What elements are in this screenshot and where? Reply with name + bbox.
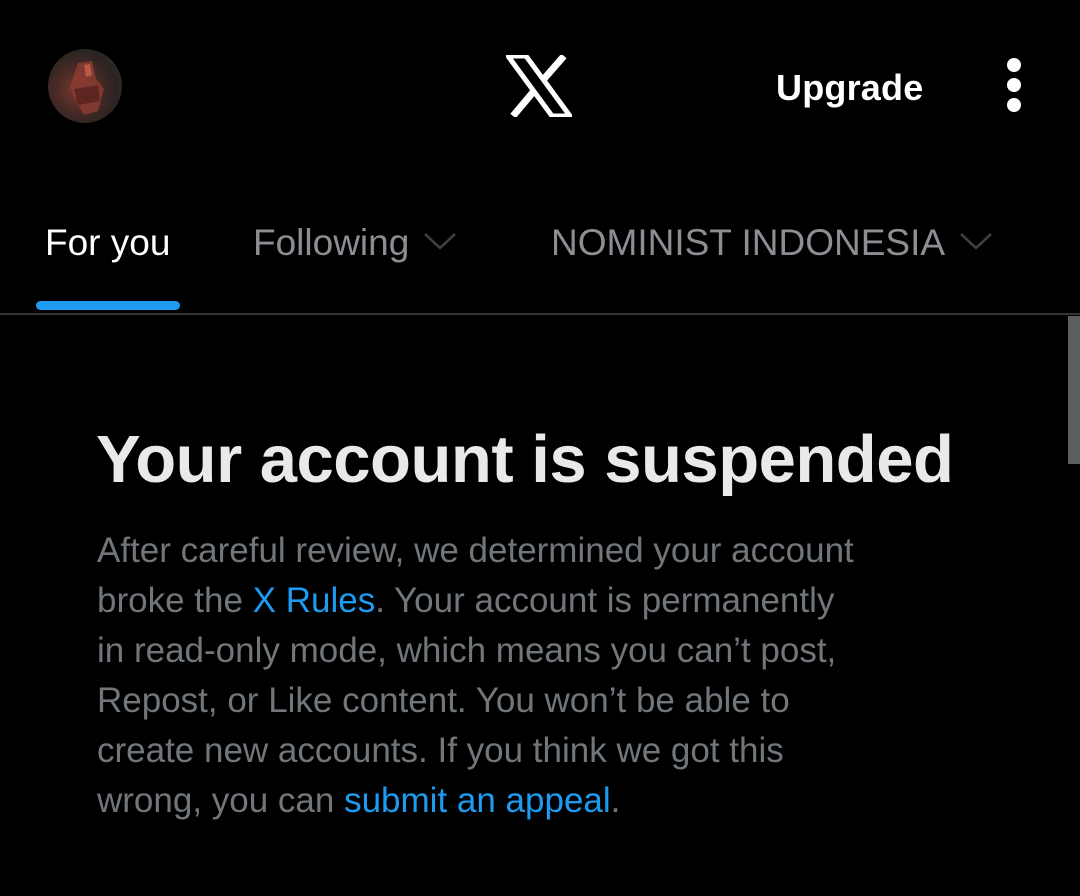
tab-label: For you xyxy=(45,222,171,263)
more-vertical-icon[interactable] xyxy=(1000,56,1028,116)
timeline-tabs: For you Following NOMINIST INDONESIA xyxy=(0,195,1080,315)
scrollbar[interactable] xyxy=(1068,316,1080,464)
tabs-divider xyxy=(0,313,1080,315)
message-line: After careful review, we determined your… xyxy=(97,531,854,570)
tab-for-you[interactable]: For you xyxy=(45,217,170,269)
upgrade-button[interactable]: Upgrade xyxy=(776,66,923,110)
message-text: . Your account is permanently xyxy=(375,581,835,620)
message-line: wrong, you can submit an appeal. xyxy=(97,776,977,826)
message-text: . xyxy=(610,781,621,820)
page-title: Your account is suspended xyxy=(96,422,954,497)
tab-following[interactable]: Following xyxy=(253,217,457,269)
avatar[interactable] xyxy=(48,49,122,123)
message-text: broke the xyxy=(97,581,253,620)
top-bar: Upgrade xyxy=(0,0,1080,175)
message-line: create new accounts. If you think we got… xyxy=(97,731,784,770)
suspension-message: After careful review, we determined your… xyxy=(97,526,977,826)
x-rules-link[interactable]: X Rules xyxy=(253,581,376,620)
avatar-image xyxy=(70,61,104,115)
x-logo-icon[interactable] xyxy=(503,53,575,119)
message-line: broke the X Rules. Your account is perma… xyxy=(97,576,977,626)
message-text: wrong, you can xyxy=(97,781,345,820)
tab-nominist-indonesia[interactable]: NOMINIST INDONESIA xyxy=(551,217,993,269)
tab-label: Following xyxy=(253,222,410,263)
tab-label: NOMINIST INDONESIA xyxy=(551,222,946,263)
active-tab-indicator xyxy=(36,301,180,310)
submit-appeal-link[interactable]: submit an appeal xyxy=(344,781,611,820)
message-line: Repost, or Like content. You won’t be ab… xyxy=(97,681,790,720)
chevron-down-icon xyxy=(960,233,992,250)
message-line: in read-only mode, which means you can’t… xyxy=(97,631,837,670)
chevron-down-icon xyxy=(424,233,457,250)
